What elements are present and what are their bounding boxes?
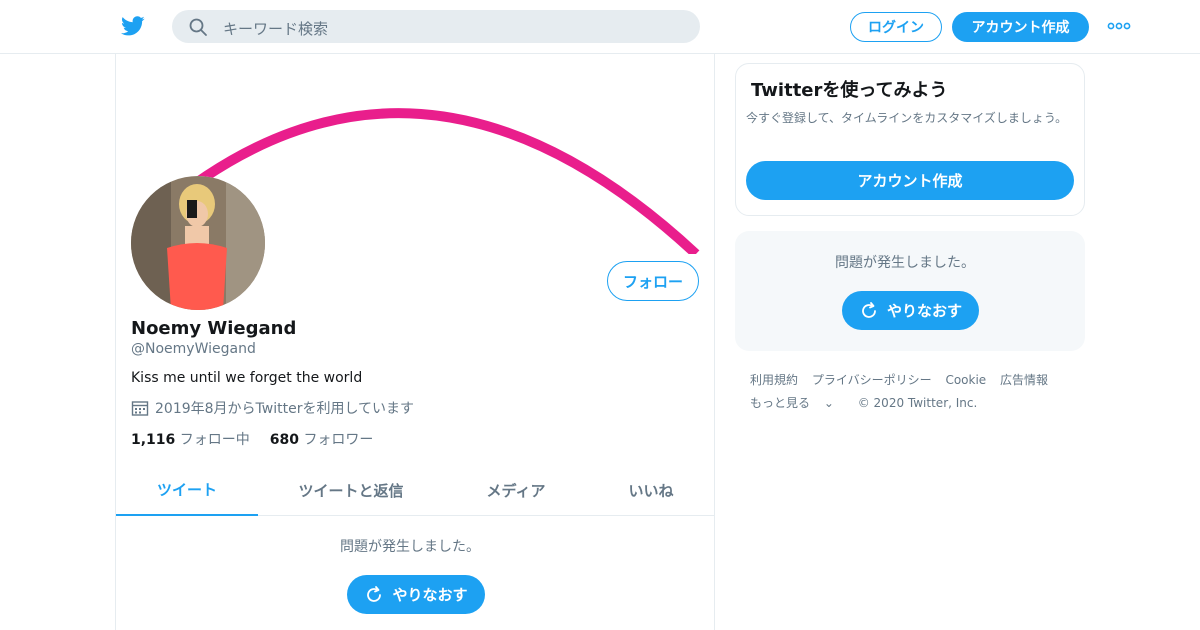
signup-card-button[interactable]: アカウント作成 (746, 161, 1074, 200)
copyright: © 2020 Twitter, Inc. (857, 396, 978, 410)
followers-stat[interactable]: 680 フォロワー (270, 429, 374, 449)
more-dots-icon[interactable] (1107, 19, 1131, 33)
profile-name: Noemy Wiegand (131, 318, 297, 339)
timeline-retry-label: やりなおす (392, 586, 468, 604)
tab-tweets-replies[interactable]: ツイートと返信 (276, 464, 426, 516)
avatar-photo (131, 176, 265, 310)
footer-link-cookie[interactable]: Cookie (945, 373, 986, 387)
footer-link-ads[interactable]: 広告情報 (1000, 373, 1048, 387)
trends-retry-button[interactable]: やりなおす (842, 291, 979, 330)
chevron-down-icon: ⌄ (823, 396, 834, 410)
footer-more-label: もっと見る (750, 396, 811, 410)
following-count: 1,116 (131, 432, 176, 448)
follow-stats: 1,116 フォロー中 680 フォロワー (131, 429, 373, 449)
timeline-error-text: 問題が発生しました。 (340, 539, 480, 555)
footer-link-privacy[interactable]: プライバシーポリシー (812, 373, 932, 387)
signup-card-title: Twitterを使ってみよう (751, 80, 948, 101)
search-icon (189, 18, 207, 36)
footer: 利用規約 プライバシーポリシー Cookie 広告情報 もっと見る ⌄ © 20… (750, 369, 1080, 415)
trends-error-text: 問題が発生しました。 (835, 255, 975, 271)
join-date-text: 2019年8月からTwitterを利用しています (155, 401, 415, 417)
following-label: フォロー中 (179, 432, 250, 448)
profile-bio: Kiss me until we forget the world (131, 370, 363, 386)
timeline-retry-button[interactable]: やりなおす (347, 575, 485, 614)
trends-panel: 問題が発生しました。 やりなおす (735, 231, 1085, 351)
signup-card-subtitle: 今すぐ登録して、タイムラインをカスタマイズしましょう。 (746, 111, 1068, 125)
profile-tabs: ツイート ツイートと返信 メディア いいね (116, 464, 714, 516)
login-button[interactable]: ログイン (850, 12, 942, 42)
twitter-bird-icon[interactable] (120, 14, 146, 38)
following-stat[interactable]: 1,116 フォロー中 (131, 429, 250, 449)
refresh-icon (367, 585, 382, 602)
search-bar[interactable]: キーワード検索 (172, 10, 700, 43)
footer-row: 利用規約 プライバシーポリシー Cookie 広告情報 (750, 369, 1080, 392)
tab-media[interactable]: メディア (466, 464, 566, 516)
signup-card: Twitterを使ってみよう 今すぐ登録して、タイムラインをカスタマイズしましょ… (735, 63, 1085, 216)
tab-tweets[interactable]: ツイート (116, 464, 258, 516)
profile-handle[interactable]: @NoemyWiegand (131, 341, 256, 357)
followers-label: フォロワー (303, 432, 374, 448)
follow-button[interactable]: フォロー (607, 261, 699, 301)
profile-column: フォロー Noemy Wiegand @NoemyWiegand Kiss me… (115, 54, 715, 630)
top-bar: キーワード検索 ログイン アカウント作成 (0, 0, 1200, 54)
tab-likes[interactable]: いいね (611, 464, 691, 516)
calendar-icon (131, 401, 149, 416)
search-placeholder: キーワード検索 (223, 20, 329, 38)
trends-retry-label: やりなおす (886, 302, 962, 320)
refresh-icon (862, 301, 876, 318)
followers-count: 680 (269, 432, 299, 448)
footer-row: もっと見る ⌄ © 2020 Twitter, Inc. (750, 392, 1080, 415)
footer-more-link[interactable]: もっと見る ⌄ (750, 396, 844, 410)
join-date: 2019年8月からTwitterを利用しています (131, 398, 414, 418)
signup-button[interactable]: アカウント作成 (952, 12, 1089, 42)
footer-link-terms[interactable]: 利用規約 (750, 373, 798, 387)
avatar[interactable] (131, 176, 265, 310)
